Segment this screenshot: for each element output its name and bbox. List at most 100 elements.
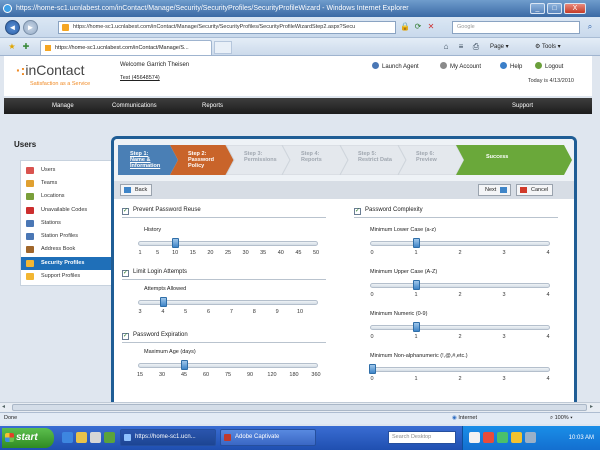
sidebar-item-security-profiles[interactable]: Security Profiles	[21, 257, 113, 270]
maximum-age-slider-thumb[interactable]	[181, 360, 188, 370]
history-label: History	[144, 227, 162, 233]
lock-icon[interactable]: 🔒	[399, 21, 411, 33]
sidebar-item-users[interactable]: Users	[21, 164, 113, 177]
feeds-icon[interactable]: ≡	[455, 41, 467, 53]
password-expiration-checkbox[interactable]: ✓	[122, 333, 129, 340]
tray-icon[interactable]	[483, 432, 494, 443]
nav-reports[interactable]: Reports	[202, 98, 223, 114]
slider-tick-label: 3	[502, 334, 506, 340]
zoom-icon: ⌕	[550, 415, 554, 421]
slider-tick-label: 75	[224, 372, 232, 378]
help-link[interactable]: Help	[500, 62, 522, 70]
search-go-icon[interactable]: ⌕	[584, 21, 596, 33]
slider-tick-label: 50	[312, 250, 320, 256]
browser-tab[interactable]: https://home-sc1.ucnlabest.com/inContact…	[40, 40, 212, 55]
history-slider[interactable]	[138, 238, 318, 248]
min-uppercase-slider-thumb[interactable]	[413, 280, 420, 290]
explorer-quicklaunch-icon[interactable]	[76, 432, 87, 443]
home-icon[interactable]: ⌂	[440, 41, 452, 53]
slider-tick-label: 0	[370, 292, 374, 298]
favorites-star-icon[interactable]: ★	[6, 41, 18, 53]
prevent-reuse-checkbox[interactable]: ✓	[122, 208, 129, 215]
logout-link[interactable]: Logout	[535, 62, 563, 70]
sidebar-item-support-profiles[interactable]: Support Profiles	[21, 270, 113, 283]
min-uppercase-slider[interactable]	[370, 280, 550, 290]
main-nav: Manage Communications Reports Support	[4, 98, 592, 114]
sidebar-item-label: Station Profiles	[41, 233, 78, 239]
limit-login-checkbox[interactable]: ✓	[122, 270, 129, 277]
launch-agent-icon	[372, 62, 379, 69]
my-account-icon	[440, 62, 447, 69]
section-divider	[122, 217, 326, 218]
password-complexity-checkbox[interactable]: ✓	[354, 208, 361, 215]
attempts-slider[interactable]	[138, 297, 318, 307]
ie-quicklaunch-icon[interactable]	[62, 432, 73, 443]
new-tab-button[interactable]	[214, 41, 232, 54]
status-text: Done	[4, 415, 18, 421]
slider-tick-label: 2	[458, 376, 462, 382]
min-lowercase-slider-thumb[interactable]	[413, 238, 420, 248]
tools-menu[interactable]: ⚙ Tools ▾	[535, 41, 561, 53]
sidebar-item-address-book[interactable]: Address Book	[21, 243, 113, 256]
add-favorites-icon[interactable]: ✚	[20, 41, 32, 53]
history-ticks: 1 5 10 15 20 25 30 35 40 45 50	[138, 250, 320, 258]
nav-manage[interactable]: Manage	[52, 98, 74, 114]
launch-agent-link[interactable]: Launch Agent	[372, 62, 419, 70]
desktop-quicklaunch-icon[interactable]	[90, 432, 101, 443]
taskbar-item-captivate[interactable]: Adobe Captivate	[220, 429, 316, 446]
desktop-search-input[interactable]: Search Desktop	[388, 431, 456, 444]
password-complexity-section: ✓ Password Complexity Minimum Lower Case …	[354, 207, 558, 402]
nav-communications[interactable]: Communications	[112, 98, 157, 114]
zoom-control[interactable]: ⌕ 100% ▾	[550, 413, 573, 424]
tray-icon[interactable]	[497, 432, 508, 443]
app-quicklaunch-icon[interactable]	[104, 432, 115, 443]
scrollbar-thumb[interactable]	[12, 404, 587, 411]
start-label: start	[16, 432, 38, 443]
tray-icon[interactable]	[525, 432, 536, 443]
horizontal-scrollbar[interactable]: ◂ ▸	[0, 402, 600, 412]
tray-icon[interactable]	[469, 432, 480, 443]
logout-icon	[535, 62, 542, 69]
history-slider-thumb[interactable]	[172, 238, 180, 248]
close-window-button[interactable]: X	[564, 3, 586, 14]
sidebar-item-locations[interactable]: Locations	[21, 190, 113, 203]
back-nav-icon[interactable]: ◄	[5, 20, 20, 35]
min-lowercase-slider[interactable]	[370, 238, 550, 248]
min-numeric-slider[interactable]	[370, 322, 550, 332]
scroll-left-icon[interactable]: ◂	[2, 404, 10, 411]
sidebar-title: Users	[14, 140, 37, 149]
back-button[interactable]: Back	[120, 184, 153, 196]
nav-support[interactable]: Support	[512, 98, 533, 114]
min-nonalpha-slider[interactable]	[369, 364, 550, 374]
wizard-step-6: Step 6: Preview	[416, 151, 437, 163]
my-account-link[interactable]: My Account	[440, 62, 481, 70]
maximum-age-slider[interactable]	[138, 360, 318, 370]
min-nonalpha-slider-thumb[interactable]	[369, 364, 376, 374]
account-link[interactable]: Test (45648574)	[120, 75, 160, 81]
maximize-button[interactable]: □	[547, 3, 562, 14]
sidebar-item-teams[interactable]: Teams	[21, 177, 113, 190]
start-button[interactable]: start	[2, 428, 54, 448]
sidebar-item-unavailable-codes[interactable]: Unavailable Codes	[21, 204, 113, 217]
search-input[interactable]: Google	[452, 21, 580, 34]
forward-nav-icon[interactable]: ►	[23, 20, 38, 35]
slider-tick-label: 2	[458, 292, 462, 298]
attempts-slider-thumb[interactable]	[159, 297, 167, 307]
print-icon[interactable]: ⎙	[470, 41, 482, 53]
minimize-button[interactable]: _	[530, 3, 545, 14]
tray-icon[interactable]	[511, 432, 522, 443]
next-button[interactable]: Next	[478, 184, 512, 196]
taskbar-item-ie[interactable]: https://home-sc1.ucn...	[120, 429, 216, 446]
refresh-icon[interactable]: ⟳	[412, 21, 424, 33]
sidebar-item-stations[interactable]: Stations	[21, 217, 113, 230]
stop-icon[interactable]: ✕	[425, 21, 437, 33]
page-menu[interactable]: Page ▾	[490, 41, 509, 53]
wizard-step-1[interactable]: Step 1: Name & Information	[118, 145, 160, 175]
scroll-right-icon[interactable]: ▸	[590, 404, 598, 411]
url-field[interactable]: https://home-sc1.ucnlabest.com/inContact…	[58, 21, 396, 34]
my-account-label: My Account	[450, 64, 482, 70]
min-numeric-slider-thumb[interactable]	[413, 322, 420, 332]
cancel-button[interactable]: Cancel	[516, 184, 554, 196]
incontact-logo: ·:inContact Satisfaction as a Service	[16, 62, 90, 87]
sidebar-item-station-profiles[interactable]: Station Profiles	[21, 230, 113, 243]
